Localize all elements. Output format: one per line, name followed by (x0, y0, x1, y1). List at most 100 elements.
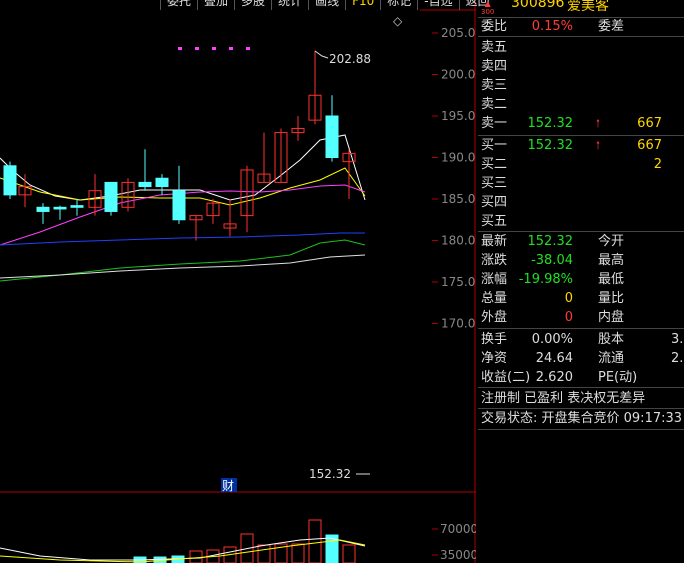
price-axis-label: 175.0 (441, 275, 475, 289)
fund-net-asset-row: 净资 24.64 流通 2. (478, 349, 684, 368)
ma60-line (0, 232, 365, 246)
candle-body (104, 181, 118, 212)
market-logo-icon: ▲ 300 (481, 0, 495, 16)
up-arrow-icon: 🠑 (596, 117, 600, 130)
buy-5-label: 买五 (481, 214, 508, 229)
buy-2-volume: 2 (653, 157, 662, 172)
buy-4-row[interactable]: 买四 (478, 193, 684, 212)
volume-bar (291, 543, 305, 563)
volume-bar (342, 544, 356, 563)
fund-value: 0.00% (531, 332, 573, 347)
candle-body (325, 115, 339, 158)
buy-5-row[interactable]: 买五 (478, 212, 684, 231)
price-axis-label: 205.0 (441, 26, 475, 40)
price-axis-label: 200.0 (441, 68, 475, 82)
trade-status-text: 交易状态: 开盘集合竞价 09:17:33 (481, 411, 683, 426)
stat-label: 总量 (481, 291, 508, 306)
weibi-row: 委比 0.15% 委差 (478, 17, 684, 36)
sell-1-label: 卖一 (481, 116, 508, 131)
signal-dot (178, 47, 182, 50)
kline-chart-area[interactable]: 205.0 200.0 195.0 190.0 185.0 180.0 175.0 170.0… (0, 0, 490, 563)
buy-1-row[interactable]: 买一 152.32 🠑 667 (478, 136, 684, 155)
price-axis-label: 185.0 (441, 192, 475, 206)
stat-label: 最低 (598, 272, 625, 287)
fund-value: 2.620 (535, 370, 573, 385)
sell-4-label: 卖四 (481, 59, 508, 74)
volume-bar (257, 544, 271, 563)
stat-label: 量比 (598, 291, 625, 306)
sell-3-row[interactable]: 卖三 (478, 76, 684, 95)
last-price-label: 152.32 (309, 467, 351, 481)
signal-dot (212, 47, 216, 50)
stat-label: 涨幅 (481, 272, 508, 287)
stat-value: 0 (564, 310, 573, 325)
stat-label: 最高 (598, 253, 625, 268)
trade-status: 交易状态: 开盘集合竞价 09:17:33 (478, 409, 684, 428)
stat-label: 涨跌 (481, 253, 508, 268)
toolbar-entrust[interactable]: 委托 (160, 0, 197, 10)
stat-pct-row: 涨幅 -19.98% 最低 (478, 270, 684, 289)
stat-value: -19.98% (518, 272, 573, 287)
sell-1-row[interactable]: 卖一 152.32 🠑 667 (478, 114, 684, 133)
price-axis-label: 180.0 (441, 234, 475, 248)
stat-label: 外盘 (481, 310, 508, 325)
toolbar-f10[interactable]: F10 (345, 0, 380, 10)
toolbar-remove-watchlist[interactable]: -自选 (417, 0, 458, 10)
stat-label: 今开 (598, 234, 625, 249)
weicha-label: 委差 (598, 19, 625, 34)
stat-label: 内盘 (598, 310, 625, 325)
toolbar-draw-line[interactable]: 画线 (308, 0, 345, 10)
buy-2-label: 买二 (481, 157, 508, 172)
kline-chart-svg[interactable]: 205.0 200.0 195.0 190.0 185.0 180.0 175.0 170.0… (0, 0, 476, 563)
volume-bar (308, 519, 322, 563)
toolbar-mark[interactable]: 标记 (380, 0, 417, 10)
up-arrow-icon: 🠑 (596, 139, 600, 152)
stock-tags: 注册制 已盈利 表决权无差异 (478, 389, 684, 408)
signal-dot (229, 47, 233, 50)
candle-body (36, 206, 50, 212)
stock-name: 爱美客 (567, 0, 609, 14)
sell-2-row[interactable]: 卖二 (478, 95, 684, 114)
stat-volume-row: 总量 0 量比 (478, 289, 684, 308)
stat-outer-row: 外盘 0 内盘 (478, 308, 684, 327)
sell-1-price: 152.32 (527, 116, 574, 131)
buy-3-row[interactable]: 买三 (478, 174, 684, 193)
candle-body (3, 165, 17, 196)
stat-value: -38.04 (531, 253, 573, 268)
stock-code: 300896 (511, 0, 565, 11)
volume-axis-label: 70000 (440, 522, 476, 536)
buy-3-label: 买三 (481, 176, 508, 191)
volume-axis-label: 35000 (440, 548, 476, 562)
toolbar-multi-stock[interactable]: 多股 (234, 0, 271, 10)
sell-4-row[interactable]: 卖四 (478, 57, 684, 76)
quote-panel: ▲ 300 300896 爱美客 委比 0.15% 委差 卖五 卖四 卖三 卖二 … (478, 0, 684, 563)
sell-1-volume: 667 (637, 116, 662, 131)
buy-2-row[interactable]: 买二 2 (478, 155, 684, 174)
sell-5-row[interactable]: 卖五 (478, 38, 684, 57)
candle-body (53, 206, 67, 210)
buy-1-label: 买一 (481, 138, 508, 153)
max-price-label: 202.88 (329, 52, 371, 66)
sell-2-label: 卖二 (481, 97, 508, 112)
toolbar-statistics[interactable]: 统计 (271, 0, 308, 10)
fund-value: 24.64 (535, 351, 573, 366)
stat-label: 最新 (481, 234, 508, 249)
price-axis-label: 170.0 (441, 317, 475, 331)
price-axis-label: 190.0 (441, 151, 475, 165)
stock-tags-text: 注册制 已盈利 表决权无差异 (481, 391, 646, 406)
buy-1-volume: 667 (637, 138, 662, 153)
fund-label: PE(动) (598, 370, 638, 385)
stat-latest-row: 最新 152.32 今开 (478, 232, 684, 251)
fund-value: 2. (671, 351, 684, 366)
candle-body (70, 205, 84, 208)
stat-change-row: 涨跌 -38.04 最高 (478, 251, 684, 270)
volume-ma10-line (0, 539, 366, 563)
toolbar-overlay[interactable]: 叠加 (197, 0, 234, 10)
candle-body (172, 190, 186, 221)
fund-label: 流通 (598, 351, 625, 366)
diamond-icon: ◇ (393, 14, 403, 28)
sell-5-label: 卖五 (481, 40, 508, 55)
buy-4-label: 买四 (481, 195, 508, 210)
weibi-value: 0.15% (531, 19, 573, 34)
stat-value: 0 (564, 291, 573, 306)
